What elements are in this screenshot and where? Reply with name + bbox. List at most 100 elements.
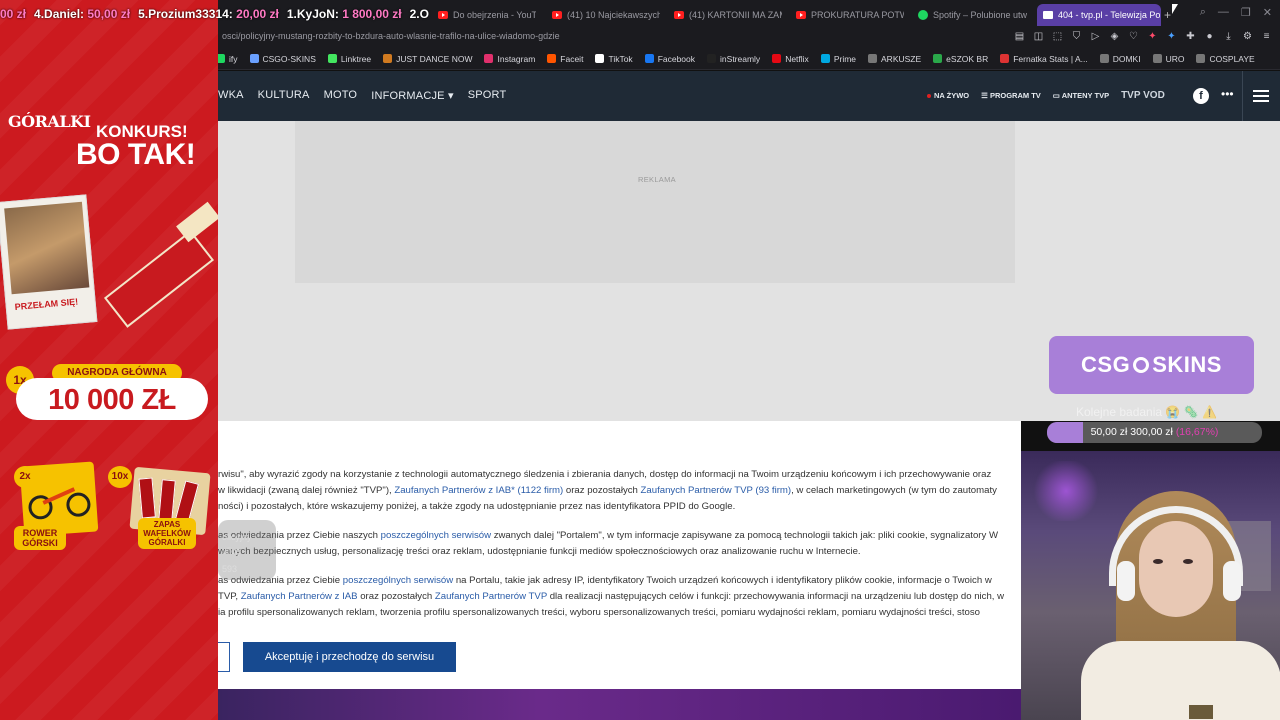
bookmark-item[interactable]: JUST DANCE NOW <box>383 54 472 64</box>
bookmark-icon <box>249 54 259 63</box>
bookmark-item[interactable]: Prime <box>820 54 856 64</box>
extension-blue-icon[interactable]: ✦ <box>1166 31 1177 42</box>
download-icon[interactable]: ⤓ <box>1223 31 1234 42</box>
facebook-icon[interactable]: f <box>1193 88 1209 104</box>
consent-text: oraz pozostałych <box>357 591 435 602</box>
tab-tvp-active[interactable]: 404 - tvp.pl - Telewizja Po <box>1037 4 1161 26</box>
donor-name: 2.O <box>409 7 429 21</box>
youtube-icon <box>674 11 684 19</box>
bookmark-item[interactable]: Facebook <box>644 53 696 64</box>
goralki-ad[interactable]: GÓRALKI KONKURS! BO TAK! PRZEŁAM SIĘ! 1x… <box>0 0 218 720</box>
bookmark-item[interactable]: CSGO-SKINS <box>249 54 316 64</box>
services-link[interactable]: poszczególnych serwisów <box>381 530 491 541</box>
mouse-cursor-icon <box>1172 4 1178 14</box>
goal-target: 300,00 zł <box>1130 426 1173 438</box>
vod-link[interactable]: TVP VOD <box>1121 90 1165 101</box>
ad-background <box>0 0 218 720</box>
bookmark-item[interactable]: Faceit <box>547 54 583 64</box>
services-link[interactable]: poszczególnych serwisów <box>343 575 453 586</box>
choc-count: 10x <box>108 466 132 488</box>
iab-partners-link[interactable]: Zaufanych Partnerów z IAB* (1122 firm) <box>394 485 563 496</box>
footer-strip <box>218 689 1021 720</box>
menu-icon[interactable]: ≡ <box>1261 31 1272 42</box>
screenshot-icon[interactable]: ⬚ <box>1052 31 1063 42</box>
bookmark-item[interactable]: Netflix <box>772 54 809 64</box>
header-shortcuts: NA ŻYWO ☰ PROGRAM TV ▭ ANTENY TVP TVP VO… <box>927 90 1165 101</box>
nav-link-moto[interactable]: MOTO <box>324 89 358 102</box>
divider <box>1242 71 1243 121</box>
heart-icon[interactable]: ♡ <box>1128 31 1139 42</box>
tab-youtube-video-3[interactable]: PROKURATURA POTWIE <box>796 4 904 26</box>
accept-button[interactable]: Akceptuję i przechodzę do serwisu <box>243 642 456 672</box>
iab-partners-link[interactable]: Zaufanych Partnerów z IAB <box>241 591 358 602</box>
bookmark-item[interactable]: Linktree <box>327 53 372 64</box>
nav-link-sport[interactable]: SPORT <box>468 89 507 102</box>
extension-red-icon[interactable]: ✦ <box>1147 31 1158 42</box>
chat-text: 593 <box>222 564 238 574</box>
bookmark-item[interactable]: Instagram <box>484 54 535 64</box>
donation-amount: 20,00 zł <box>236 7 279 21</box>
bookmark-item[interactable]: COSPLAYE <box>1196 54 1255 64</box>
bookmark-label: Facebook <box>657 53 696 64</box>
tvp-partners-link[interactable]: Zaufanych Partnerów TVP <box>435 591 547 602</box>
play-icon[interactable]: ▷ <box>1090 31 1101 42</box>
nav-link-kultura[interactable]: KULTURA <box>258 89 310 102</box>
bookmark-icon <box>1152 54 1162 63</box>
prize-value: 10 000 ZŁ <box>16 378 208 420</box>
bookmark-icon <box>820 54 830 63</box>
consent-line-2: w likwidacji (zwaną dalej również "TVP")… <box>218 485 997 496</box>
puzzle-icon[interactable]: ✚ <box>1185 31 1196 42</box>
bookmark-item[interactable]: DOMKI <box>1099 54 1141 64</box>
tab-youtube-video-1[interactable]: (41) 10 Najciekawszych r <box>552 4 660 26</box>
maximize-icon[interactable]: ❐ <box>1241 6 1251 19</box>
bookmark-item[interactable]: ARKUSZE <box>868 54 921 64</box>
bookmark-item[interactable]: eSZOK BR <box>933 54 988 64</box>
live-link[interactable]: NA ŻYWO <box>927 91 969 100</box>
csgoskins-sponsor-banner: CSG SKINS <box>1049 336 1254 394</box>
split-icon[interactable]: ◫ <box>1033 31 1044 42</box>
bookmark-label: Linktree <box>340 53 372 64</box>
bookmark-item[interactable]: Fernatka Stats | A... <box>1000 54 1088 64</box>
consent-text: w likwidacji (zwaną dalej również "TVP")… <box>218 485 395 496</box>
reader-icon[interactable]: ▤ <box>1014 31 1025 42</box>
settings-icon[interactable]: ⚙ <box>1242 31 1253 42</box>
bookmark-item[interactable]: ify <box>216 54 238 64</box>
youtube-icon <box>552 11 562 19</box>
hamburger-icon[interactable] <box>1253 90 1269 102</box>
search-icon[interactable]: ⌕ <box>1200 6 1206 19</box>
tvp-partners-link[interactable]: Zaufanych Partnerów TVP (93 firm) <box>641 485 792 496</box>
anteny-link[interactable]: ▭ ANTENY TVP <box>1053 91 1109 100</box>
program-tv-link[interactable]: ☰ PROGRAM TV <box>981 91 1041 100</box>
body-shape <box>1081 641 1280 720</box>
consent-line-8: ia profilu spersonalizowanych reklam, tw… <box>218 607 980 618</box>
bookmark-icon <box>772 54 782 63</box>
main-nav: WKA KULTURA MOTO INFORMACJE ▾ SPORT <box>218 89 506 102</box>
ad-label: REKLAMA <box>638 175 676 184</box>
tab-youtube-video-2[interactable]: (41) KARTONII MA ZAMK <box>674 4 782 26</box>
ad-photo: PRZEŁAM SIĘ! <box>0 194 98 330</box>
bookmark-icon <box>547 54 557 63</box>
chat-overlay: olicyjny ulicę 593 <box>218 520 276 580</box>
shield-icon[interactable]: ⛉ <box>1071 31 1082 42</box>
settings-button[interactable] <box>218 642 230 672</box>
consent-text: TVP, <box>218 591 241 602</box>
tab-spotify[interactable]: Spotify – Polubione utw <box>918 4 1028 26</box>
nav-link-informacje[interactable]: INFORMACJE ▾ <box>371 89 453 102</box>
minimize-icon[interactable]: — <box>1218 6 1229 19</box>
close-icon[interactable]: ✕ <box>1263 6 1272 19</box>
bookmark-label: ARKUSZE <box>881 53 922 64</box>
bookmark-item[interactable]: TikTok <box>595 54 633 64</box>
nav-link[interactable]: WKA <box>218 89 244 102</box>
profile-icon[interactable]: ● <box>1204 31 1215 42</box>
wheel-shape <box>65 491 92 518</box>
bookmark-label: Instagram <box>497 53 536 64</box>
consent-line-5: wanych bezpiecznych usług, personalizacj… <box>218 546 861 557</box>
more-icon[interactable]: ••• <box>1221 87 1234 101</box>
url-field[interactable]: osci/policyjny-mustang-rozbity-to-bzdura… <box>222 31 560 41</box>
tab-label: 404 - tvp.pl - Telewizja Po <box>1058 10 1161 20</box>
bookmark-item[interactable]: inStreamly <box>707 54 760 64</box>
consent-text: zwanych dalej "Portalem", w tym informac… <box>491 530 998 541</box>
bookmark-item[interactable]: URO <box>1152 54 1184 64</box>
cube-icon[interactable]: ◈ <box>1109 31 1120 42</box>
donation-ticker: 00 zł 4.Daniel: 50,00 zł 5.Prozium33314: 2… <box>0 0 470 28</box>
